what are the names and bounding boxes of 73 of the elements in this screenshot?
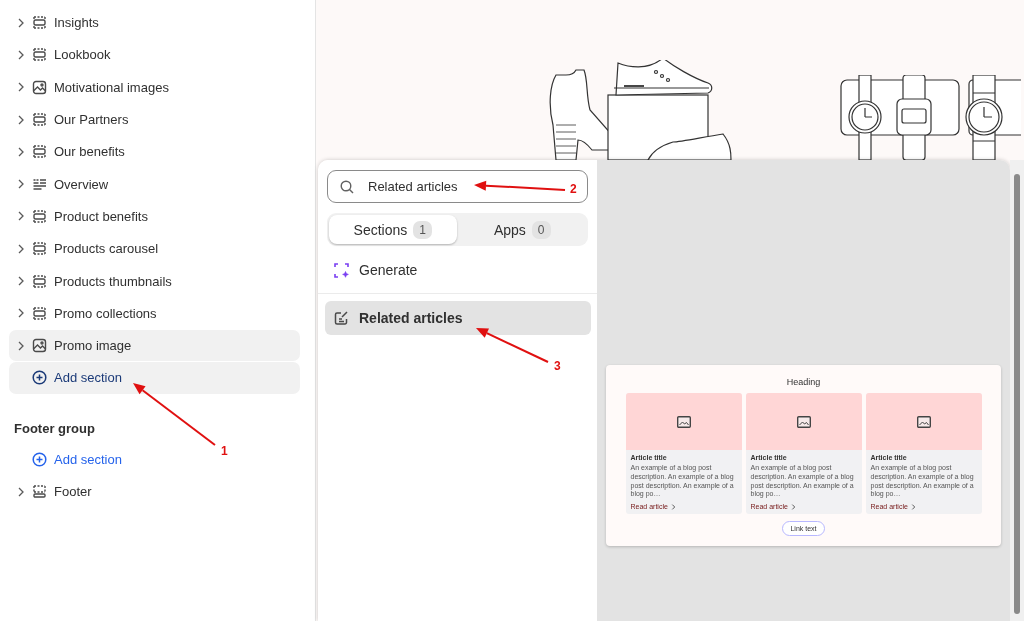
- preview-heading: Heading: [786, 377, 821, 387]
- section-row[interactable]: Our Partners: [9, 103, 300, 136]
- section-label: Products thumbnails: [54, 273, 172, 289]
- section-label: Products carousel: [54, 241, 159, 257]
- result-item[interactable]: Related articles: [325, 301, 591, 335]
- add-section-button[interactable]: Add section: [9, 362, 300, 394]
- image-icon: [32, 338, 47, 354]
- count-badge: 0: [531, 220, 551, 239]
- scrollbar[interactable]: [1010, 160, 1024, 621]
- chevron-icon[interactable]: [17, 179, 25, 190]
- chevron-icon: [790, 503, 796, 510]
- annotation-number: 1: [221, 444, 228, 458]
- chevron-icon[interactable]: [17, 308, 25, 319]
- section-label: Product benefits: [54, 208, 148, 224]
- section-label: Motivational images: [54, 79, 169, 95]
- section-icon: [32, 305, 47, 321]
- section-icon: [32, 47, 47, 63]
- generate-button[interactable]: Generate: [334, 257, 597, 283]
- section-row[interactable]: Products carousel: [9, 233, 300, 265]
- section-label: Overview: [54, 176, 109, 192]
- chevron-icon[interactable]: [17, 17, 25, 28]
- image-icon: [32, 79, 47, 95]
- section-icon: [32, 15, 47, 31]
- section-row[interactable]: Motivational images: [9, 71, 300, 103]
- chevron-icon[interactable]: [17, 486, 25, 497]
- section-row[interactable]: Product benefits: [9, 200, 300, 233]
- section-row[interactable]: Lookbook: [9, 39, 300, 71]
- group-heading: Footer group: [14, 420, 96, 436]
- chevron-icon[interactable]: [17, 49, 25, 60]
- section-row[interactable]: Promo collections: [9, 297, 300, 329]
- chevron-icon: [910, 503, 916, 510]
- section-label: Promo image: [54, 338, 132, 354]
- chevron-icon[interactable]: [17, 146, 25, 157]
- text-list-icon: [32, 176, 47, 192]
- section-row[interactable]: Products thumbnails: [9, 265, 300, 297]
- chevron-icon[interactable]: [17, 276, 25, 286]
- count-badge: 1: [413, 220, 432, 239]
- section-label: Lookbook: [54, 47, 111, 63]
- section-label: Promo collections: [54, 305, 157, 321]
- section-icon: [32, 144, 47, 160]
- sparkle-frame-icon: [334, 262, 349, 278]
- section-row[interactable]: Footer: [9, 475, 300, 508]
- chevron-icon[interactable]: [17, 243, 25, 254]
- section-icon: [32, 112, 47, 128]
- search-icon: [340, 180, 354, 194]
- chevron-icon[interactable]: [17, 82, 25, 93]
- section-icon: [32, 208, 47, 224]
- section-icon: [32, 241, 47, 257]
- section-row[interactable]: Promo image: [9, 329, 300, 362]
- chevron-icon[interactable]: [17, 114, 25, 125]
- tab[interactable]: Apps 0: [458, 215, 586, 244]
- section-label: Footer: [54, 484, 92, 499]
- section-label: Insights: [54, 15, 99, 31]
- image-icon: [676, 415, 691, 428]
- section-row[interactable]: Insights: [9, 7, 300, 39]
- image-icon: [796, 415, 811, 428]
- chevron-icon: [670, 503, 676, 510]
- image-icon: [916, 415, 931, 428]
- tab[interactable]: Sections 1: [329, 215, 457, 244]
- section-label: Our Partners: [54, 112, 129, 128]
- annotation-number: 2: [570, 182, 577, 196]
- add-section-button[interactable]: Add section: [9, 443, 132, 475]
- edit-note-icon: [334, 310, 349, 326]
- plus-circle-icon: [32, 451, 47, 467]
- chevron-icon[interactable]: [17, 340, 25, 351]
- annotation-number: 3: [554, 359, 561, 373]
- chevron-icon[interactable]: [17, 211, 25, 222]
- plus-circle-icon: [32, 370, 47, 386]
- section-icon: [32, 273, 47, 289]
- footer-icon: [32, 484, 47, 499]
- section-row[interactable]: Our benefits: [9, 136, 300, 168]
- section-label: Our benefits: [54, 144, 125, 160]
- section-row[interactable]: Overview: [9, 168, 300, 200]
